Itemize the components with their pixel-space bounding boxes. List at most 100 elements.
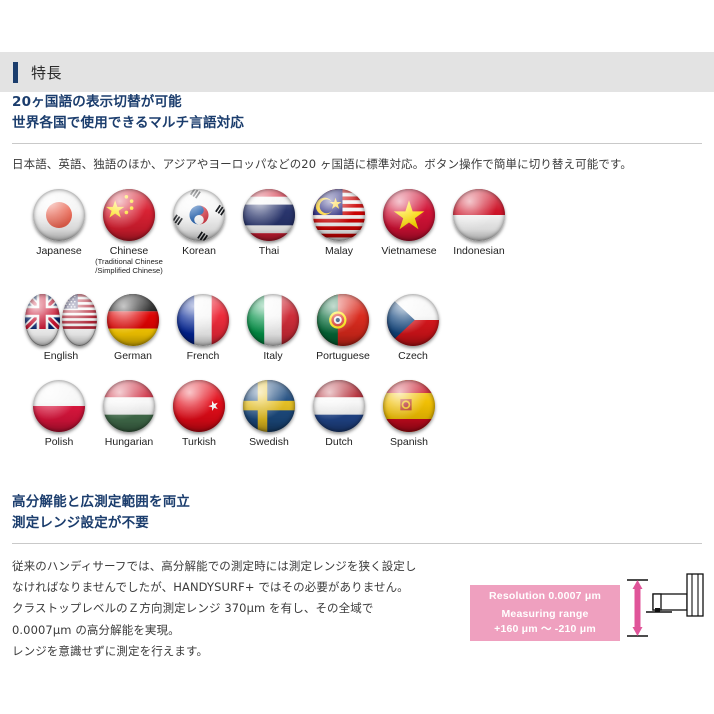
flag-group	[164, 379, 234, 432]
flag-label: Japanese	[36, 245, 82, 258]
flag-group	[378, 293, 448, 346]
flag-label: Malay	[324, 245, 353, 258]
flag-grid: Japanese Chinese (Traditional Chinese /Si…	[0, 189, 714, 448]
indonesia-flag-icon	[453, 189, 505, 242]
flag-row: Polish Hungarian Turkish Swedish Dutch Spa…	[10, 379, 704, 448]
section2-body-line5: レンジを意識せずに測定を行えます。	[12, 643, 209, 658]
section1-subheading-line1: 20ヶ国語の表示切替が可能	[12, 94, 182, 110]
probe-diagram-icon	[627, 573, 704, 637]
portugal-flag-icon	[317, 293, 369, 346]
flag-sublabel: (Traditional Chinese /Simplified Chinese…	[95, 257, 163, 275]
flag-label: Spanish	[390, 435, 428, 448]
flag-label: Dutch	[325, 435, 353, 448]
section2-subheading-line1: 高分解能と広測定範囲を両立	[12, 494, 191, 510]
callout-resolution-label: Resolution 0.0007 μm	[489, 589, 601, 602]
flag-item-dutch: Dutch	[304, 379, 374, 448]
flag-label: Turkish	[181, 435, 217, 448]
china-flag-icon	[103, 189, 155, 242]
section1-body-text: 日本語、英語、独語のほか、アジアやヨーロッパなどの20 ヶ国語に標準対応。ボタン…	[12, 156, 632, 171]
flag-group	[304, 189, 374, 242]
korea-flag-icon	[173, 189, 225, 242]
sweden-flag-icon	[243, 379, 295, 432]
page-title: 特長	[31, 63, 63, 82]
flag-label: English	[43, 349, 79, 362]
section2-subheading-line2: 測定レンジ設定が不要	[12, 514, 149, 531]
flag-row: English German French Italy Portuguese Czec…	[10, 293, 704, 362]
flag-group	[374, 379, 444, 432]
flag-item-korean: Korean	[164, 189, 234, 257]
resolution-callout: Resolution 0.0007 μm Measuring range +16…	[470, 585, 620, 641]
section1-subheading-line2: 世界各国で使用できるマルチ言語対応	[12, 114, 245, 131]
flag-group	[94, 189, 164, 242]
flag-group	[24, 379, 94, 432]
flag-group	[234, 379, 304, 432]
flag-item-turkish: Turkish	[164, 379, 234, 448]
flag-item-vietnamese: Vietnamese	[374, 189, 444, 257]
flag-group	[234, 189, 304, 242]
usa-flag-icon	[62, 293, 97, 346]
page-root: 特長 20ヶ国語の表示切替が可能 世界各国で使用できるマルチ言語対応 日本語、英…	[0, 0, 714, 714]
flag-label: Chinese	[109, 245, 149, 258]
flag-label: Portuguese	[316, 349, 370, 362]
flag-item-english: English	[24, 293, 98, 362]
flag-item-chinese: Chinese (Traditional Chinese /Simplified …	[94, 189, 164, 276]
flag-item-malay: Malay	[304, 189, 374, 257]
flag-label: Indonesian	[453, 245, 505, 258]
czech-flag-icon	[387, 293, 439, 346]
flag-label: Thai	[258, 245, 280, 258]
netherlands-flag-icon	[313, 379, 365, 432]
france-flag-icon	[177, 293, 229, 346]
flag-label: French	[186, 349, 220, 362]
flag-label: Vietnamese	[381, 245, 437, 258]
flag-group	[304, 379, 374, 432]
flag-group	[24, 293, 98, 346]
section1-subheading: 20ヶ国語の表示切替が可能 世界各国で使用できるマルチ言語対応	[12, 92, 702, 134]
flag-item-polish: Polish	[24, 379, 94, 448]
callout-range-label: Measuring range	[501, 607, 589, 620]
turkey-flag-icon	[173, 379, 225, 432]
spain-flag-icon	[383, 379, 435, 432]
flag-item-thai: Thai	[234, 189, 304, 257]
flag-group	[374, 189, 444, 242]
flag-item-indonesian: Indonesian	[444, 189, 514, 257]
divider	[12, 542, 702, 544]
section-header-band: 特長	[0, 52, 714, 92]
section-features: 20ヶ国語の表示切替が可能 世界各国で使用できるマルチ言語対応 日本語、英語、独…	[0, 92, 714, 448]
section1-heading-block: 20ヶ国語の表示切替が可能 世界各国で使用できるマルチ言語対応 日本語、英語、独…	[0, 92, 714, 175]
flag-item-french: French	[168, 293, 238, 362]
hungary-flag-icon	[103, 379, 155, 432]
malaysia-flag-icon	[313, 189, 365, 242]
flag-item-spanish: Spanish	[374, 379, 444, 448]
flag-group	[24, 189, 94, 242]
section2-subheading: 高分解能と広測定範囲を両立 測定レンジ設定が不要	[12, 492, 702, 534]
germany-flag-icon	[107, 293, 159, 346]
flag-group	[94, 379, 164, 432]
callout-range-value: +160 μm ～ -210 μm	[494, 623, 596, 636]
flag-group	[98, 293, 168, 346]
flag-group	[168, 293, 238, 346]
vietnam-flag-icon	[383, 189, 435, 242]
thailand-flag-icon	[243, 189, 295, 242]
flag-group	[164, 189, 234, 242]
accent-bar-icon	[13, 61, 18, 83]
flag-label: Polish	[44, 435, 74, 448]
flag-group	[238, 293, 308, 346]
poland-flag-icon	[33, 379, 85, 432]
japan-flag-icon	[33, 189, 85, 242]
flag-label: Korean	[182, 245, 216, 258]
flag-item-german: German	[98, 293, 168, 362]
flag-label: Czech	[398, 349, 428, 362]
flag-item-italy: Italy	[238, 293, 308, 362]
flag-item-czech: Czech	[378, 293, 448, 362]
flag-item-japanese: Japanese	[24, 189, 94, 257]
uk-flag-icon	[25, 293, 60, 346]
flag-label: Italy	[263, 349, 283, 362]
flag-item-hungarian: Hungarian	[94, 379, 164, 448]
measuring-range-diagram	[622, 570, 714, 648]
flag-group	[444, 189, 514, 242]
flag-row: Japanese Chinese (Traditional Chinese /Si…	[10, 189, 704, 276]
flag-item-swedish: Swedish	[234, 379, 304, 448]
section2-body-line1: 従来のハンディサーフでは、高分解能での測定時には測定レンジを狭く設定し	[12, 558, 417, 573]
flag-label: Hungarian	[104, 435, 154, 448]
italy-flag-icon	[247, 293, 299, 346]
